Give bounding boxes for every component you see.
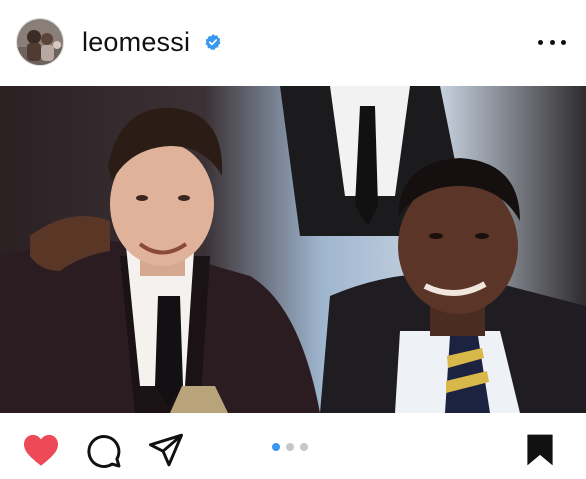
carousel-dot [286,443,294,451]
more-dot [561,39,566,45]
post-header: leomessi [0,0,586,84]
post-photo-illustration [0,86,586,413]
carousel-dot [300,443,308,451]
carousel-dot-active [272,443,280,451]
post-photo[interactable] [0,86,586,413]
comment-icon[interactable] [86,433,122,469]
send-icon[interactable] [148,433,184,467]
more-dot [549,39,555,45]
bookmark-icon[interactable] [526,433,554,467]
avatar[interactable] [16,18,64,66]
verified-badge-icon [205,34,221,51]
carousel-indicator [272,443,308,451]
profile-photo [17,19,63,65]
action-bar [0,413,586,479]
more-options-icon[interactable] [538,32,566,52]
username[interactable]: leomessi [82,27,190,58]
instagram-post: leomessi [0,0,586,479]
more-dot [538,39,543,45]
heart-icon[interactable] [22,433,60,467]
